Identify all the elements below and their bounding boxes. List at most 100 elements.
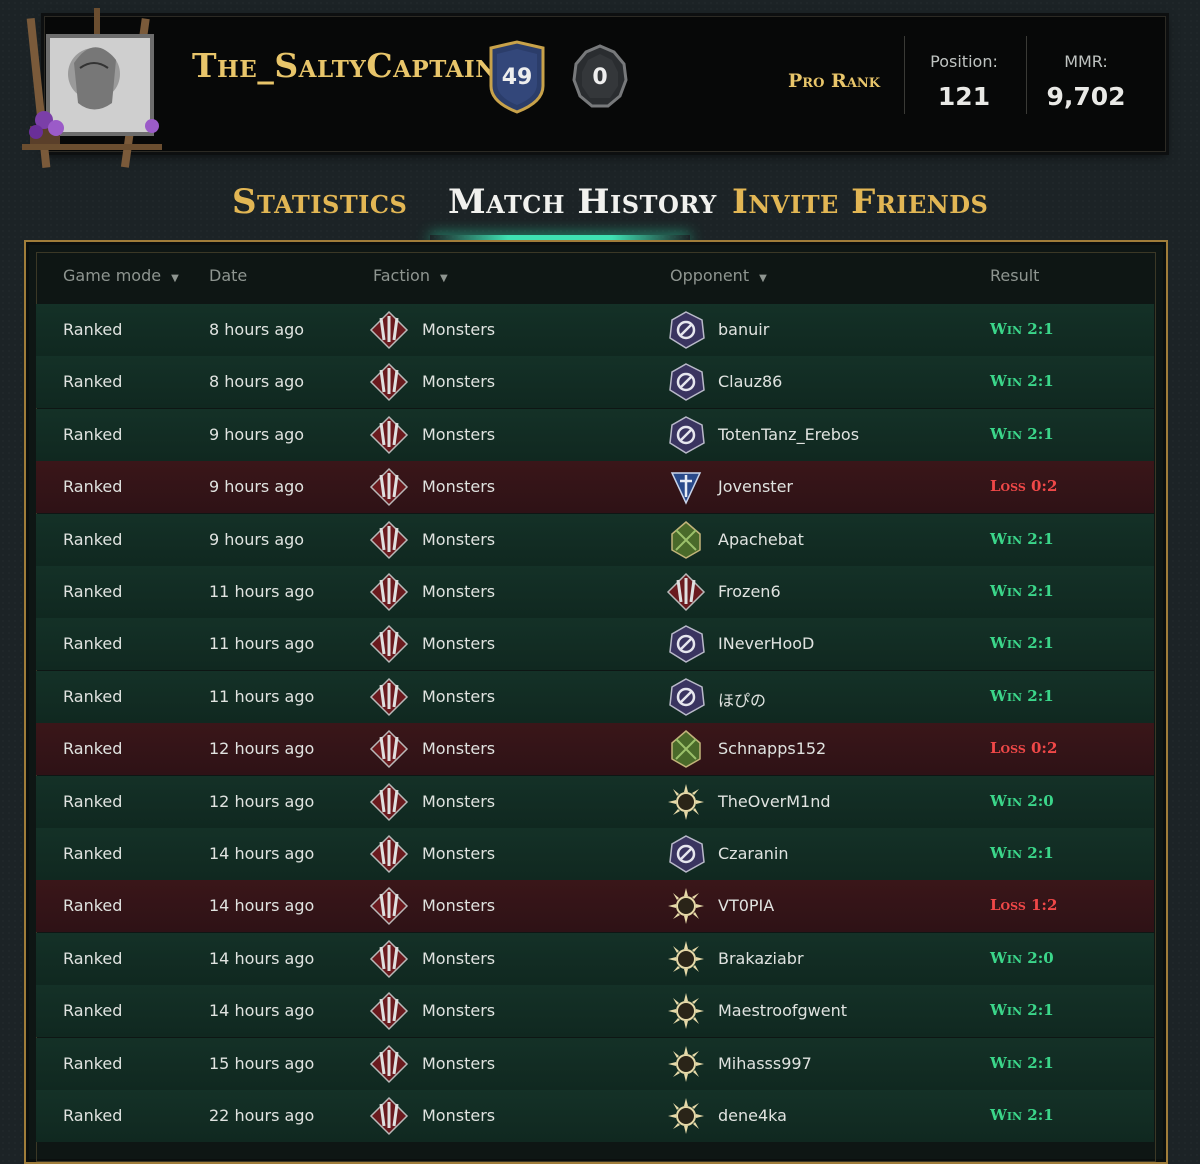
table-row[interactable]: Ranked 11 hours ago Monsters Frozen6 Win 2:1 bbox=[36, 566, 1154, 618]
syndicate-icon bbox=[668, 940, 704, 977]
syndicate-icon bbox=[668, 888, 704, 925]
column-faction[interactable]: Faction ▼ bbox=[373, 266, 448, 285]
opponent-name[interactable]: TheOverM1nd bbox=[718, 792, 831, 811]
column-game-mode[interactable]: Game mode ▼ bbox=[63, 266, 179, 285]
monsters-icon bbox=[369, 939, 409, 978]
game-mode-cell: Ranked bbox=[63, 739, 123, 759]
nilfgaard-icon bbox=[669, 835, 705, 873]
sort-caret-icon: ▼ bbox=[439, 273, 448, 284]
opponent-name[interactable]: Brakaziabr bbox=[718, 949, 804, 968]
result-cell: Win 2:1 bbox=[990, 844, 1054, 862]
opponent-name[interactable]: banuir bbox=[718, 320, 769, 339]
monsters-icon bbox=[369, 782, 409, 821]
opponent-name[interactable]: INeverHooD bbox=[718, 634, 814, 653]
result-cell: Win 2:1 bbox=[990, 424, 1054, 443]
sort-caret-icon: ▼ bbox=[759, 273, 767, 284]
result-cell: Win 2:1 bbox=[990, 634, 1054, 653]
table-row[interactable]: Ranked 9 hours ago Monsters TotenTanz_Erebo… bbox=[36, 408, 1154, 461]
faction-cell: Monsters bbox=[422, 582, 496, 601]
result-cell: Win 2:1 bbox=[990, 1053, 1054, 1072]
level-badge: 49 bbox=[485, 40, 549, 114]
northern-realms-icon bbox=[670, 472, 702, 505]
mmr-value: 9,702 bbox=[1046, 82, 1126, 111]
date-cell: 14 hours ago bbox=[209, 948, 315, 968]
table-row[interactable]: Ranked 11 hours ago Monsters INeverHooD Win … bbox=[36, 618, 1154, 671]
monsters-icon bbox=[369, 1044, 409, 1083]
date-cell: 11 hours ago bbox=[209, 686, 315, 706]
column-date: Date bbox=[209, 266, 247, 285]
faction-cell: Monsters bbox=[422, 948, 496, 968]
mmr-label: MMR: bbox=[1064, 52, 1108, 71]
table-row[interactable]: Ranked 14 hours ago Monsters Czaranin Win 2:… bbox=[36, 828, 1154, 880]
monsters-icon bbox=[369, 310, 409, 350]
opponent-name[interactable]: dene4ka bbox=[718, 1106, 787, 1125]
table-row[interactable]: Ranked 9 hours ago Monsters Apachebat Win 2:… bbox=[36, 513, 1154, 566]
result-cell: Win 2:1 bbox=[990, 582, 1054, 600]
tab-statistics[interactable]: Statistics bbox=[232, 182, 407, 222]
result-cell: Win 2:1 bbox=[990, 372, 1054, 391]
monsters-icon bbox=[369, 887, 409, 926]
table-row[interactable]: Ranked 9 hours ago Monsters Jovenster Loss 0… bbox=[36, 461, 1154, 514]
prestige-badge-value: 0 bbox=[592, 64, 608, 90]
result-cell: Win 2:1 bbox=[990, 529, 1054, 548]
column-faction-label: Faction bbox=[373, 266, 430, 285]
nilfgaard-icon bbox=[669, 625, 705, 664]
tab-match-history[interactable]: Match History bbox=[448, 182, 717, 222]
game-mode-cell: Ranked bbox=[63, 424, 123, 444]
game-mode-cell: Ranked bbox=[63, 320, 123, 339]
table-row[interactable]: Ranked 14 hours ago Monsters Maestroofgwent… bbox=[36, 985, 1154, 1038]
table-row[interactable]: Ranked 11 hours ago Monsters ほぴの Win 2:1 bbox=[36, 670, 1154, 723]
opponent-name[interactable]: VT0PIA bbox=[718, 896, 774, 915]
position-value: 121 bbox=[937, 82, 991, 111]
opponent-name[interactable]: Jovenster bbox=[718, 477, 793, 496]
nilfgaard-icon bbox=[669, 311, 705, 349]
monsters-icon bbox=[369, 572, 409, 612]
table-row[interactable]: Ranked 12 hours ago Monsters Schnapps152 Los… bbox=[36, 723, 1154, 776]
column-opponent[interactable]: Opponent ▼ bbox=[670, 266, 767, 285]
faction-cell: Monsters bbox=[422, 1001, 496, 1021]
date-cell: 11 hours ago bbox=[209, 582, 315, 601]
opponent-name[interactable]: TotenTanz_Erebos bbox=[718, 425, 859, 444]
faction-cell: Monsters bbox=[422, 529, 496, 549]
opponent-name[interactable]: Maestroofgwent bbox=[718, 1001, 847, 1020]
date-cell: 9 hours ago bbox=[209, 477, 305, 497]
syndicate-icon bbox=[668, 993, 704, 1030]
table-row[interactable]: Ranked 15 hours ago Monsters Mihasss997 Win … bbox=[36, 1037, 1154, 1090]
opponent-name[interactable]: Mihasss997 bbox=[718, 1054, 812, 1073]
opponent-name[interactable]: Schnapps152 bbox=[718, 739, 826, 758]
opponent-name[interactable]: ほぴの bbox=[718, 687, 766, 711]
table-row[interactable]: Ranked 14 hours ago Monsters VT0PIA Loss 1:2 bbox=[36, 880, 1154, 933]
username: The_SaltyCaptain bbox=[192, 46, 497, 85]
table-row[interactable]: Ranked 14 hours ago Monsters Brakaziabr Win … bbox=[36, 932, 1154, 985]
result-cell: Loss 1:2 bbox=[990, 896, 1058, 915]
column-opponent-label: Opponent bbox=[670, 266, 750, 285]
faction-cell: Monsters bbox=[422, 739, 496, 759]
game-mode-cell: Ranked bbox=[63, 477, 123, 497]
monsters-icon bbox=[369, 834, 409, 874]
faction-cell: Monsters bbox=[422, 477, 496, 497]
position-label: Position: bbox=[930, 52, 998, 71]
level-badge-value: 49 bbox=[501, 64, 533, 90]
game-mode-cell: Ranked bbox=[63, 529, 123, 549]
result-cell: Win 2:1 bbox=[990, 1106, 1054, 1124]
game-mode-cell: Ranked bbox=[63, 844, 123, 863]
monsters-icon bbox=[369, 520, 409, 559]
table-row[interactable]: Ranked 8 hours ago Monsters banuir Win 2:1 bbox=[36, 304, 1154, 356]
opponent-name[interactable]: Apachebat bbox=[718, 530, 804, 549]
faction-cell: Monsters bbox=[422, 896, 496, 916]
opponent-name[interactable]: Frozen6 bbox=[718, 582, 781, 601]
game-mode-cell: Ranked bbox=[63, 791, 123, 811]
table-row[interactable]: Ranked 22 hours ago Monsters dene4ka Win 2:1 bbox=[36, 1090, 1154, 1142]
result-cell: Win 2:1 bbox=[990, 320, 1054, 338]
opponent-name[interactable]: Czaranin bbox=[718, 844, 788, 863]
nilfgaard-icon bbox=[669, 363, 705, 402]
opponent-name[interactable]: Clauz86 bbox=[718, 372, 782, 391]
date-cell: 14 hours ago bbox=[209, 896, 315, 916]
game-mode-cell: Ranked bbox=[63, 896, 123, 916]
scoiatael-icon bbox=[671, 520, 701, 559]
tab-invite-friends[interactable]: Invite Friends bbox=[732, 182, 988, 222]
faction-cell: Monsters bbox=[422, 686, 496, 706]
table-row[interactable]: Ranked 8 hours ago Monsters Clauz86 Win 2:1 bbox=[36, 356, 1154, 409]
date-cell: 8 hours ago bbox=[209, 320, 305, 339]
table-row[interactable]: Ranked 12 hours ago Monsters TheOverM1nd Win… bbox=[36, 775, 1154, 828]
